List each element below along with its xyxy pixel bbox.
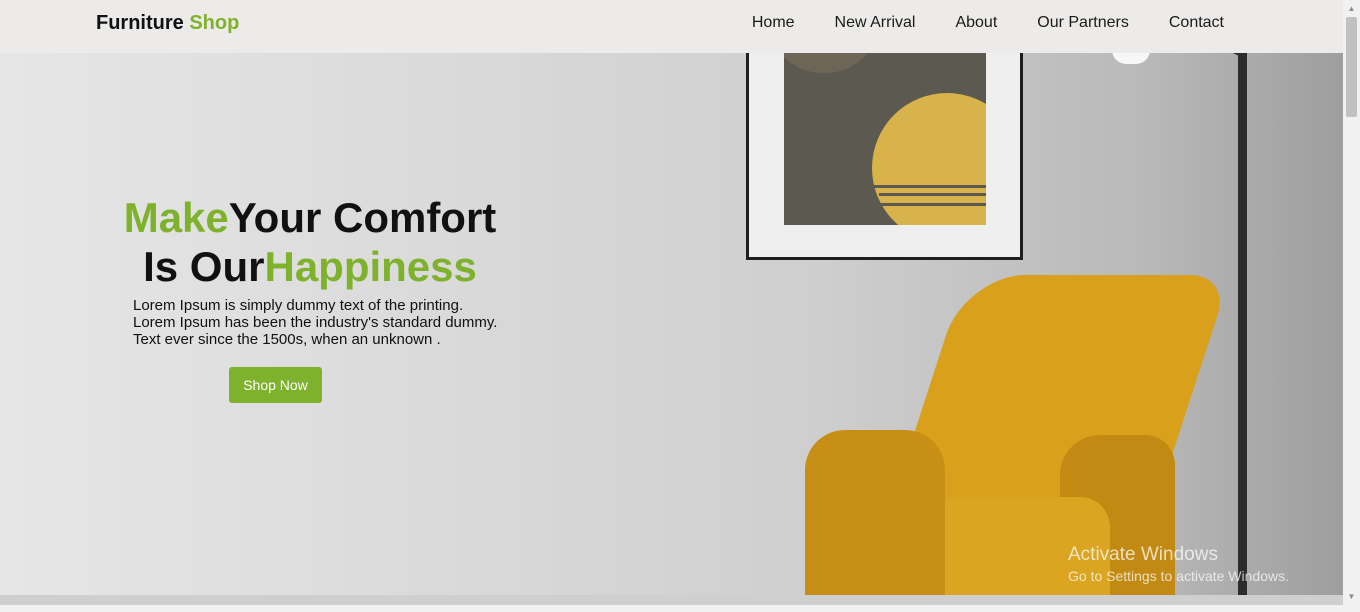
activate-windows-watermark: Activate Windows Go to Settings to activ…: [1068, 544, 1289, 586]
description-line: Lorem Ipsum has been the industry's stan…: [133, 314, 498, 331]
headline-line1-rest: Your Comfort: [228, 194, 497, 241]
nav-item-new-arrival[interactable]: New Arrival: [835, 14, 916, 32]
art-stripe: [872, 185, 986, 188]
hero-description: Lorem Ipsum is simply dummy text of the …: [133, 297, 513, 348]
art-stripe: [874, 203, 986, 206]
hero-headline: MakeYour Comfort Is OurHappiness: [100, 193, 520, 291]
headline-accent-happiness: Happiness: [264, 243, 477, 290]
nav-item-our-partners[interactable]: Our Partners: [1037, 14, 1129, 32]
brand-accent: Shop: [189, 12, 240, 34]
wall-picture-frame: [746, 30, 1023, 260]
main-nav: Home New Arrival About Our Partners Cont…: [752, 14, 1224, 32]
vertical-scrollbar[interactable]: ▲ ▼: [1343, 0, 1360, 605]
art-top-circle: [784, 53, 874, 73]
nav-item-contact[interactable]: Contact: [1169, 14, 1224, 32]
frame-mat: [749, 33, 1020, 257]
frame-artwork: [784, 53, 986, 225]
floor-strip: [0, 595, 1343, 605]
floor-lamp-pole: [1238, 53, 1247, 605]
art-stripe: [879, 193, 986, 196]
watermark-subtitle: Go to Settings to activate Windows.: [1068, 568, 1289, 584]
chevron-down-icon[interactable]: ▼: [1343, 588, 1360, 605]
watermark-title: Activate Windows: [1068, 544, 1218, 565]
horizontal-scrollbar-track: [0, 605, 1360, 612]
nav-item-about[interactable]: About: [955, 14, 997, 32]
description-line: Text ever since the 1500s, when an unkno…: [133, 331, 441, 348]
chevron-up-icon[interactable]: ▲: [1343, 0, 1360, 17]
hero-section: MakeYour Comfort Is OurHappiness Lorem I…: [0, 0, 1343, 605]
top-navbar: Furniture Shop Home New Arrival About Ou…: [0, 0, 1343, 53]
brand-name: Furniture: [96, 12, 184, 34]
description-line: Lorem Ipsum is simply dummy text of the …: [133, 297, 464, 314]
brand-logo[interactable]: Furniture Shop: [96, 12, 239, 35]
headline-line2-start: Is Our: [143, 243, 265, 290]
shop-now-button[interactable]: Shop Now: [229, 367, 322, 403]
chair-arm-left: [805, 430, 945, 605]
nav-item-home[interactable]: Home: [752, 14, 795, 32]
headline-accent-make: Make: [123, 194, 229, 241]
scrollbar-thumb[interactable]: [1346, 17, 1357, 117]
